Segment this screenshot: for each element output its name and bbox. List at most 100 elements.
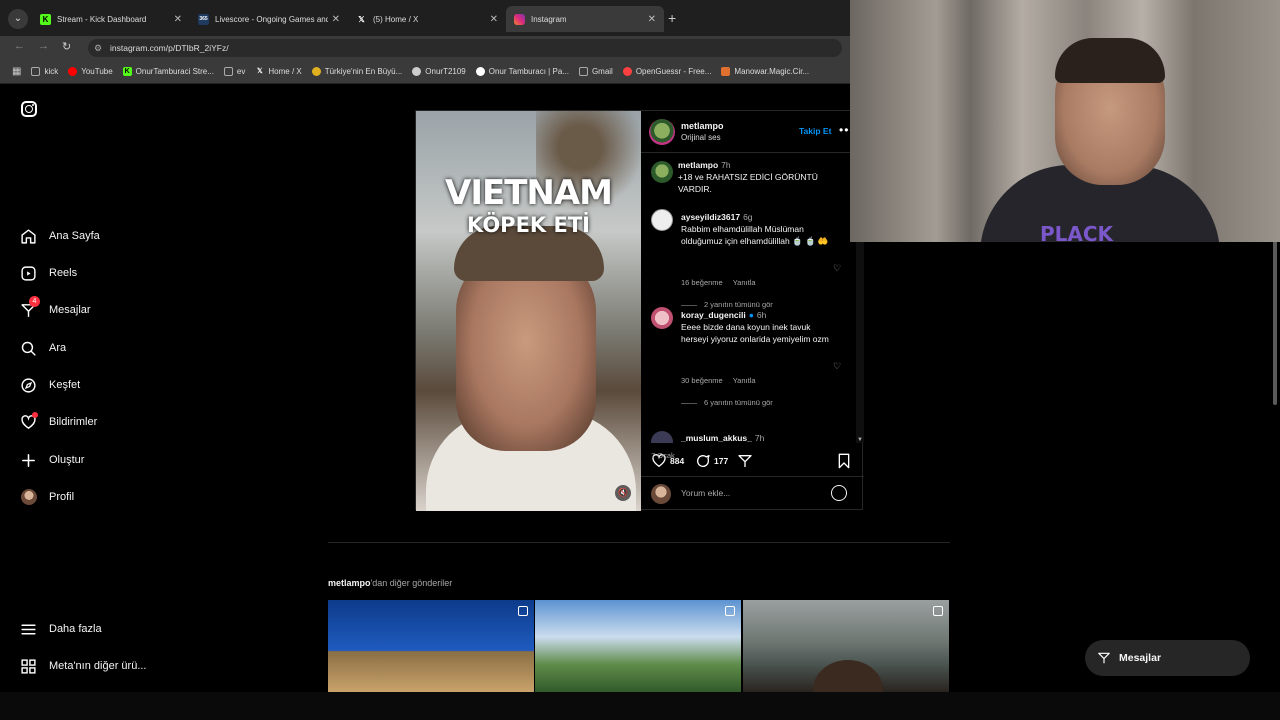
- tab-livescore[interactable]: 365 Livescore - Ongoing Games and ✕: [190, 6, 348, 32]
- comment-author[interactable]: _muslum_akkus_ 7h: [681, 433, 764, 443]
- tab-instagram[interactable]: Instagram ✕: [506, 6, 664, 32]
- follow-button[interactable]: Takip Et: [799, 126, 831, 136]
- bookmark-openguessr[interactable]: OpenGuessr - Free...: [622, 67, 711, 76]
- meta-apps-icon: [20, 658, 37, 675]
- caption-author[interactable]: metlampo 7h: [678, 160, 731, 170]
- folder-icon: [31, 67, 41, 76]
- post-thumbnail[interactable]: [743, 600, 949, 692]
- post-video[interactable]: VIETNAM KÖPEK ETİ 🔇: [416, 111, 641, 511]
- more-posts-username[interactable]: metlampo: [328, 578, 371, 588]
- sidebar-item-notifications[interactable]: Bildirimler: [20, 410, 97, 434]
- apps-icon[interactable]: ▦: [12, 66, 21, 77]
- bookmark-label: Gmail: [591, 67, 613, 76]
- avatar[interactable]: [649, 119, 675, 145]
- tab-search-icon[interactable]: ⌄: [8, 9, 28, 29]
- mute-icon[interactable]: 🔇: [615, 485, 631, 501]
- sidebar-item-create[interactable]: Oluştur: [20, 448, 84, 472]
- emoji-icon[interactable]: [831, 485, 847, 501]
- reply-button[interactable]: Yanıtla: [733, 278, 756, 287]
- explore-icon: [20, 377, 37, 394]
- plus-icon: [20, 452, 37, 469]
- comment-author[interactable]: koray_dugencili ● 6h: [681, 310, 766, 320]
- x-icon: 𝕏: [257, 68, 263, 75]
- messages-label: Mesajlar: [1119, 652, 1162, 664]
- sidebar-item-home[interactable]: Ana Sayfa: [20, 224, 100, 248]
- view-replies-button[interactable]: 6 yanıtın tümünü gör: [681, 398, 773, 407]
- bookmark-gmail[interactable]: Gmail: [578, 67, 613, 76]
- reload-icon[interactable]: ↻: [62, 40, 71, 53]
- site-info-icon[interactable]: ⚙: [94, 39, 102, 57]
- sidebar-item-label: Daha fazla: [49, 623, 102, 635]
- new-tab-icon[interactable]: +: [668, 10, 676, 26]
- post-author[interactable]: metlampo: [681, 121, 724, 131]
- instagram-logo-icon[interactable]: [21, 101, 37, 117]
- bookmark-onur-pa[interactable]: Onur Tamburacı | Pa...: [475, 67, 569, 76]
- avatar[interactable]: [651, 307, 673, 329]
- sidebar-item-reels[interactable]: Reels: [20, 261, 77, 285]
- bookmark-label: OnurTamburaci Stre...: [135, 67, 214, 76]
- heart-icon[interactable]: ♡: [833, 361, 841, 372]
- tab-kick[interactable]: K Stream - Kick Dashboard ✕: [32, 6, 190, 32]
- url-field[interactable]: ⚙ instagram.com/p/DTIbR_2iYFz/: [88, 39, 842, 57]
- bookmark-youtube[interactable]: YouTube: [68, 67, 113, 76]
- close-icon[interactable]: ✕: [174, 14, 182, 25]
- view-replies-button[interactable]: 2 yanıtın tümünü gör: [681, 300, 773, 309]
- comment-input[interactable]: Yorum ekle...: [681, 488, 730, 498]
- home-icon: [20, 228, 37, 245]
- audio-label[interactable]: Orijinal ses: [681, 133, 721, 142]
- sidebar-item-messages[interactable]: 4 Mesajlar: [20, 295, 91, 322]
- comment-meta: 30 beğenme Yanıtla: [681, 376, 766, 385]
- bookmark-turkiye[interactable]: Türkiye'nin En Büyü...: [311, 67, 402, 76]
- close-icon[interactable]: ✕: [648, 14, 656, 25]
- comment-icon: [697, 455, 710, 467]
- bookmark-kick[interactable]: kick: [31, 67, 58, 76]
- messages-button[interactable]: Mesajlar: [1085, 640, 1250, 676]
- url-text: instagram.com/p/DTIbR_2iYFz/: [110, 43, 229, 53]
- bookmarks-bar: ▦ kick YouTube K OnurTamburaci Stre... ev…: [0, 60, 850, 84]
- bookmark-home-x[interactable]: 𝕏 Home / X: [255, 67, 302, 76]
- comment-username: _muslum_akkus_: [681, 433, 752, 443]
- sidebar-item-profile[interactable]: Profil: [20, 485, 74, 509]
- bookmark-onurtamburaci[interactable]: K OnurTamburaci Stre...: [122, 67, 214, 76]
- sidebar-item-more[interactable]: Daha fazla: [20, 617, 102, 641]
- avatar[interactable]: [651, 209, 673, 231]
- avatar: [651, 484, 671, 504]
- caption-text: +18 ve RAHATSIZ EDİCİ GÖRÜNTÜ VARDIR.: [678, 172, 818, 194]
- save-button[interactable]: [837, 453, 851, 469]
- comment-author[interactable]: ayseyildiz3617 6g: [681, 212, 753, 222]
- post-thumbnail[interactable]: [535, 600, 741, 692]
- sidebar-item-explore[interactable]: Keşfet: [20, 373, 80, 397]
- close-icon[interactable]: ✕: [332, 14, 340, 25]
- bookmark-onurt2109[interactable]: OnurT2109: [412, 67, 466, 76]
- bookmark-label: YouTube: [81, 67, 113, 76]
- avatar[interactable]: [651, 431, 673, 443]
- more-posts-suffix: 'dan diğer gönderiler: [370, 578, 453, 588]
- post-thumbnail[interactable]: [328, 600, 534, 692]
- reply-button[interactable]: Yanıtla: [733, 376, 756, 385]
- comment-likes[interactable]: 16 beğenme: [681, 278, 723, 287]
- share-button[interactable]: [737, 453, 753, 469]
- close-icon[interactable]: ✕: [490, 14, 498, 25]
- comment-likes[interactable]: 30 beğenme: [681, 376, 723, 385]
- share-icon: [738, 455, 752, 467]
- forward-icon[interactable]: →: [38, 40, 49, 52]
- verified-icon: ●: [748, 310, 754, 320]
- heart-icon[interactable]: ♡: [833, 263, 841, 274]
- comment-username: koray_dugencili: [681, 310, 746, 320]
- sidebar-item-search[interactable]: Ara: [20, 336, 66, 360]
- bookmark-ev[interactable]: ev: [223, 67, 245, 76]
- sidebar-item-label: Ara: [49, 342, 67, 354]
- bookmark-manowar[interactable]: Manowar.Magic.Cir...: [721, 67, 809, 76]
- sidebar-item-meta[interactable]: Meta'nın diğer ürü...: [20, 654, 147, 678]
- video-caption-line1: VIETNAM: [445, 173, 613, 213]
- back-icon[interactable]: ←: [14, 40, 25, 52]
- site-icon: [475, 67, 485, 76]
- caption-username: metlampo: [678, 160, 719, 170]
- page-scrollbar[interactable]: [1273, 240, 1277, 405]
- comment-time: 7h: [754, 433, 765, 443]
- video-face: [456, 251, 596, 451]
- comment-button[interactable]: 177: [695, 453, 728, 469]
- tab-x-home[interactable]: 𝕏 (5) Home / X ✕: [348, 6, 506, 32]
- avatar[interactable]: [651, 161, 673, 183]
- webcam-overlay: PLACK: [850, 0, 1280, 242]
